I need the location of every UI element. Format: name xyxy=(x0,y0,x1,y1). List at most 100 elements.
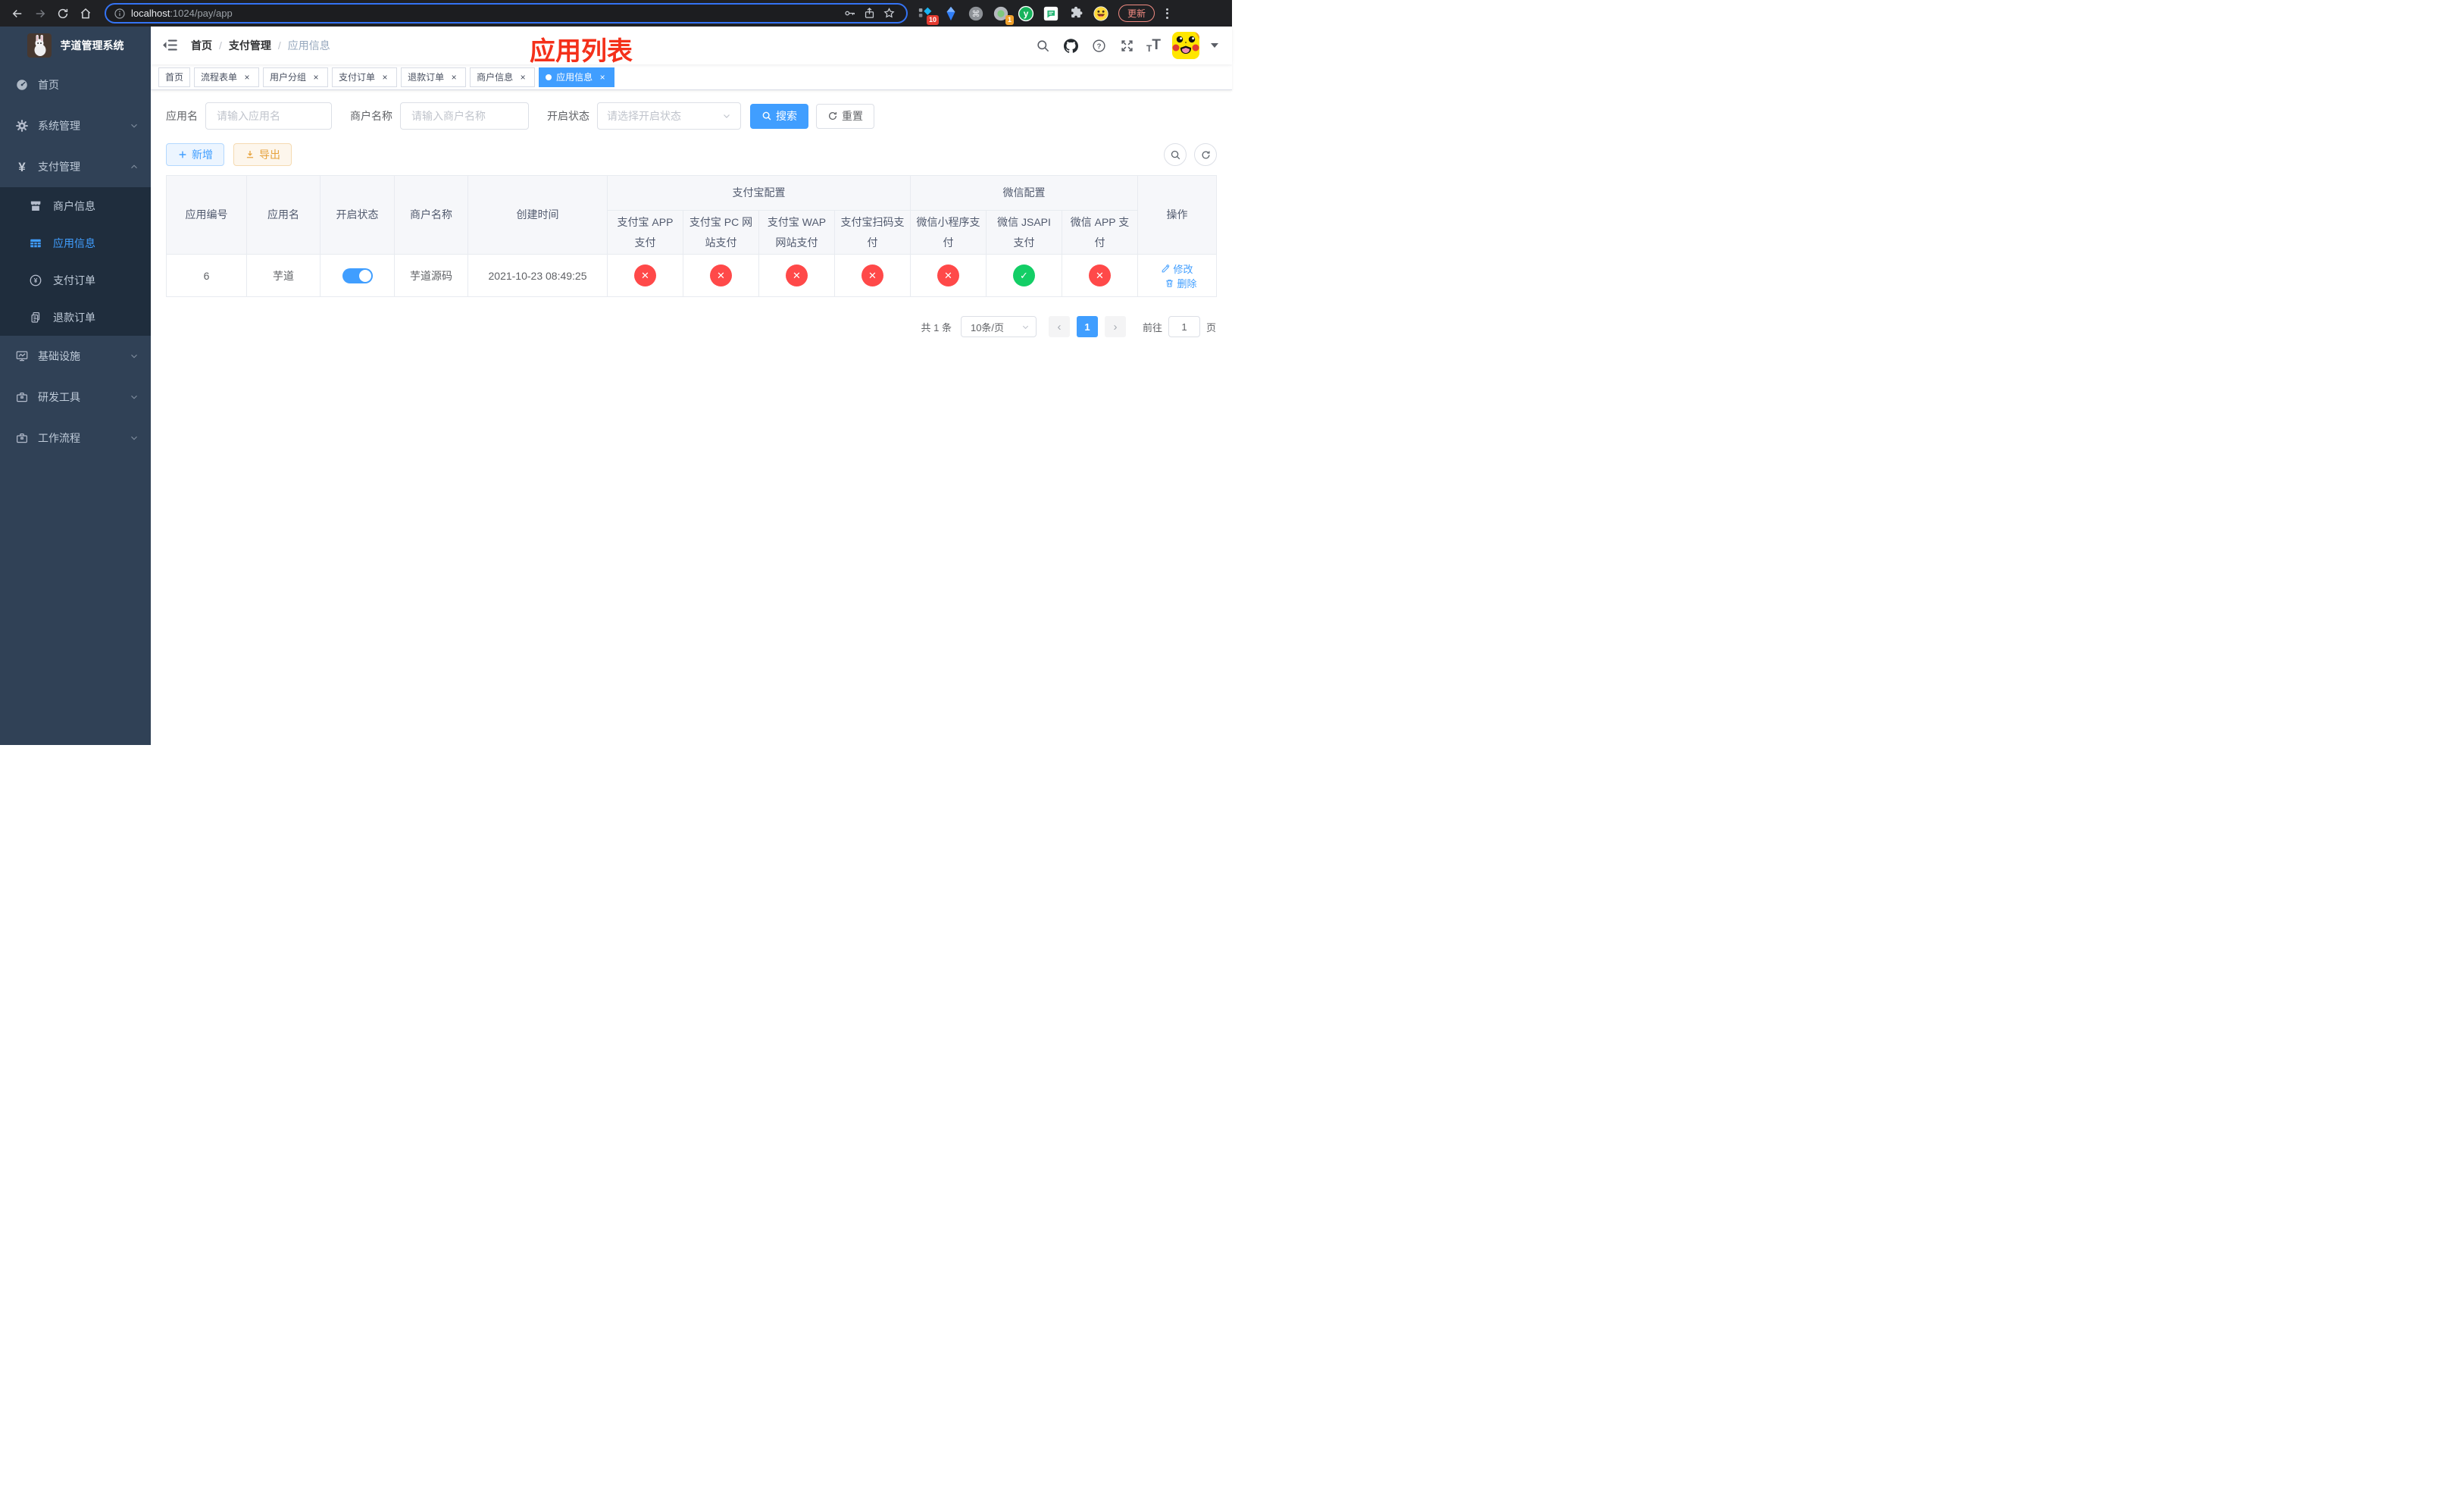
status-select[interactable]: 请选择开启状态 xyxy=(597,102,741,130)
next-page-button[interactable]: › xyxy=(1104,316,1126,338)
sidebar-item-workflow[interactable]: 工作流程 xyxy=(0,418,151,459)
extension-kite-icon[interactable] xyxy=(943,5,959,22)
cell-actions: 修改 删除 xyxy=(1137,254,1217,298)
sidebar-item-label: 基础设施 xyxy=(38,350,80,362)
extension-y-icon[interactable]: y xyxy=(1018,5,1034,22)
sidebar-item-infrastructure[interactable]: 基础设施 xyxy=(0,336,151,377)
sidebar-item-label: 系统管理 xyxy=(38,120,80,132)
cell-app-id: 6 xyxy=(166,254,247,298)
reset-button[interactable]: 重置 xyxy=(816,103,874,129)
pagination: 共 1 条 10条/页 ‹ 1 › 前往 页 xyxy=(166,316,1216,338)
delete-link-label: 删除 xyxy=(1177,277,1197,290)
browser-update-button[interactable]: 更新 xyxy=(1118,5,1155,22)
extension-emoji-icon[interactable] xyxy=(1093,5,1109,22)
close-icon[interactable]: × xyxy=(242,72,252,83)
sidebar-item-payment[interactable]: ¥ 支付管理 xyxy=(0,146,151,187)
cell-wechat-app: ✕ xyxy=(1062,254,1138,298)
app-name-input[interactable] xyxy=(205,102,332,130)
kite-icon xyxy=(946,6,955,20)
cell-alipay-pc: ✕ xyxy=(683,254,759,298)
breadcrumb-home[interactable]: 首页 xyxy=(191,38,212,53)
browser-home-button[interactable] xyxy=(74,2,97,25)
browser-back-button[interactable] xyxy=(6,2,29,25)
extensions-puzzle-button[interactable] xyxy=(1068,5,1084,22)
merchant-name-input[interactable] xyxy=(400,102,529,130)
command-circle-icon: ⌘ xyxy=(968,6,983,20)
browser-forward-button[interactable] xyxy=(29,2,52,25)
tag-label: 支付订单 xyxy=(339,72,376,83)
sidebar-item-label: 退款订单 xyxy=(53,311,95,324)
export-button[interactable]: 导出 xyxy=(233,143,292,166)
help-button[interactable]: ? xyxy=(1090,37,1107,54)
avatar-dropdown-caret[interactable] xyxy=(1211,43,1218,48)
url-bar[interactable]: localhost:1024/pay/app xyxy=(105,3,908,23)
fullscreen-icon xyxy=(1121,39,1133,52)
sidebar-item-pay-order[interactable]: ¥ 支付订单 xyxy=(0,261,151,299)
extension-command-icon[interactable]: ⌘ xyxy=(968,5,984,22)
page-1-button[interactable]: 1 xyxy=(1076,316,1098,338)
sidebar-item-label: 支付管理 xyxy=(38,161,80,173)
share-button[interactable] xyxy=(859,4,879,23)
header-search-button[interactable] xyxy=(1034,37,1051,54)
sidebar-logo[interactable]: 芋道管理系统 xyxy=(0,27,151,64)
edit-link[interactable]: 修改 xyxy=(1161,261,1193,276)
tag-merchant-info[interactable]: 商户信息 × xyxy=(470,67,536,87)
sidebar-item-dev-tools[interactable]: 研发工具 xyxy=(0,377,151,418)
app-table: 应用编号 应用名 开启状态 商户名称 创建时间 支付宝配置 微信配置 操作 支付… xyxy=(166,174,1217,298)
tag-home[interactable]: 首页 xyxy=(158,67,191,87)
refresh-table-button[interactable] xyxy=(1194,143,1217,166)
bookmark-star-button[interactable] xyxy=(879,4,899,23)
sidebar-item-system[interactable]: 系统管理 xyxy=(0,105,151,146)
sidebar-item-app-info[interactable]: 应用信息 xyxy=(0,224,151,261)
font-size-button[interactable]: TT xyxy=(1146,37,1161,54)
breadcrumb-payment[interactable]: 支付管理 xyxy=(229,38,271,53)
browser-menu-button[interactable] xyxy=(1161,6,1173,20)
close-icon[interactable]: × xyxy=(449,72,459,83)
cell-alipay-wap: ✕ xyxy=(758,254,835,298)
breadcrumb: 首页 / 支付管理 / 应用信息 xyxy=(191,38,330,53)
close-icon[interactable]: × xyxy=(518,72,528,83)
extension-notion-icon[interactable]: 10 xyxy=(918,5,939,25)
breadcrumb-separator: / xyxy=(219,39,222,52)
extension-chat-icon[interactable] xyxy=(1043,5,1059,22)
sidebar-fold-icon[interactable] xyxy=(162,37,179,54)
shop-icon xyxy=(29,199,42,213)
monitor-chart-icon xyxy=(15,349,29,363)
tag-pay-order[interactable]: 支付订单 × xyxy=(332,67,398,87)
table-toolbar: 新增 导出 xyxy=(166,143,1217,166)
sidebar-item-label: 研发工具 xyxy=(38,391,80,403)
table-grid-icon xyxy=(29,236,42,250)
password-key-button[interactable] xyxy=(840,4,859,23)
status-toggle[interactable] xyxy=(342,268,373,283)
sidebar-item-home[interactable]: 首页 xyxy=(0,64,151,105)
extension-recorder-icon[interactable]: 1 xyxy=(993,5,1014,25)
sidebar-item-refund-order[interactable]: 退款订单 xyxy=(0,299,151,336)
search-button[interactable]: 搜索 xyxy=(750,103,808,129)
site-info-icon[interactable] xyxy=(114,8,126,20)
close-icon[interactable]: × xyxy=(311,72,321,83)
prev-page-button[interactable]: ‹ xyxy=(1048,316,1070,338)
goto-label: 前往 xyxy=(1142,321,1162,333)
tag-process-form[interactable]: 流程表单 × xyxy=(194,67,260,87)
star-icon xyxy=(883,8,895,18)
add-button[interactable]: 新增 xyxy=(166,143,224,166)
tag-refund-order[interactable]: 退款订单 × xyxy=(401,67,467,87)
browser-reload-button[interactable] xyxy=(52,2,74,25)
close-icon[interactable]: × xyxy=(597,72,608,83)
sidebar-item-merchant-info[interactable]: 商户信息 xyxy=(0,187,151,224)
tag-app-info[interactable]: 应用信息 × xyxy=(539,67,615,87)
tag-user-group[interactable]: 用户分组 × xyxy=(263,67,329,87)
yen-icon: ¥ xyxy=(18,159,26,174)
fullscreen-button[interactable] xyxy=(1118,37,1135,54)
delete-link[interactable]: 删除 xyxy=(1165,276,1197,290)
user-avatar[interactable] xyxy=(1172,32,1199,59)
green-y-circle-icon: y xyxy=(1018,5,1034,21)
goto-page-input[interactable] xyxy=(1168,316,1200,338)
toggle-search-button[interactable] xyxy=(1164,143,1187,166)
status-select-placeholder: 请选择开启状态 xyxy=(607,110,681,122)
close-icon[interactable]: × xyxy=(380,72,390,83)
page-size-select[interactable]: 10条/页 xyxy=(960,316,1037,338)
github-button[interactable] xyxy=(1062,37,1079,54)
github-icon xyxy=(1063,38,1078,53)
col-app-name: 应用名 xyxy=(246,174,321,255)
